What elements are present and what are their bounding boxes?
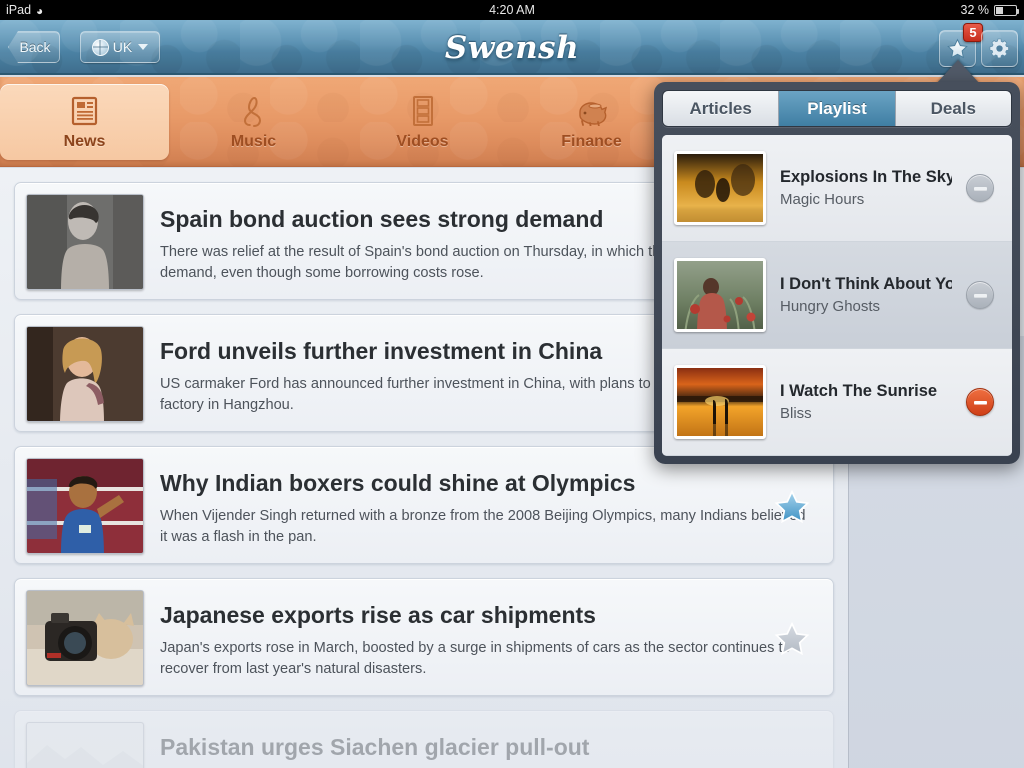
newspaper-icon [70, 93, 100, 129]
piggy-bank-icon [574, 93, 610, 129]
track-meta: I Don't Think About You Hungry Ghosts [780, 275, 952, 315]
tab-label: Articles [689, 98, 752, 118]
article-text: Pakistan urges Siachen glacier pull-out [160, 722, 822, 768]
category-tab-music[interactable]: Music [169, 84, 338, 160]
track-artwork [674, 258, 766, 332]
track-meta: I Watch The Sunrise Bliss [780, 382, 952, 422]
track-meta: Explosions In The Sky Magic Hours [780, 168, 952, 208]
article-thumbnail [26, 194, 144, 290]
chevron-down-icon [138, 44, 149, 50]
article-thumbnail [26, 722, 144, 768]
top-navbar: Back UK Swensh 5 [0, 20, 1024, 75]
settings-button[interactable] [981, 30, 1018, 67]
tab-deals[interactable]: Deals [895, 91, 1011, 126]
track-artist: Bliss [780, 405, 812, 422]
gear-icon [989, 38, 1009, 59]
back-button[interactable]: Back [8, 31, 60, 63]
status-bar-clock: 4:20 AM [489, 3, 535, 17]
category-tab-label: Music [230, 133, 277, 150]
category-tab-label: Finance [561, 133, 622, 150]
app-root: iPad ◕ 4:20 AM 32 % Back UK Swensh 5 New… [0, 0, 1024, 768]
category-tab-label: News [63, 133, 106, 150]
category-tab-news[interactable]: News [0, 84, 169, 160]
globe-icon [91, 38, 109, 56]
battery-percent-label: 32 % [960, 3, 990, 17]
track-title: I Watch The Sunrise [780, 382, 938, 400]
track-artist: Magic Hours [780, 191, 865, 208]
popover-tab-bar: Articles Playlist Deals [662, 90, 1012, 127]
region-label: UK [112, 39, 133, 55]
article-thumbnail [26, 458, 144, 554]
star-icon [774, 621, 810, 656]
back-button-label: Back [19, 39, 51, 55]
track-title: Explosions In The Sky [780, 168, 952, 186]
article-summary: When Vijender Singh returned with a bron… [160, 507, 806, 545]
article-text: Japanese exports rise as car shipments J… [160, 590, 822, 680]
treble-clef-icon [242, 93, 266, 129]
article-summary: Japan's exports rose in March, boosted b… [160, 639, 791, 677]
tab-playlist[interactable]: Playlist [779, 91, 896, 126]
article-title: Japanese exports rise as car shipments [160, 603, 596, 628]
article-thumbnail [26, 326, 144, 422]
tab-articles[interactable]: Articles [663, 91, 780, 126]
minus-glyph [973, 293, 987, 297]
category-tab-finance[interactable]: Finance [507, 84, 676, 160]
article-item[interactable]: Japanese exports rise as car shipments J… [14, 578, 834, 696]
article-item[interactable]: Pakistan urges Siachen glacier pull-out [14, 710, 834, 768]
minus-circle-icon[interactable] [966, 174, 994, 202]
playlist-track-list: Explosions In The Sky Magic Hours I Don'… [662, 135, 1012, 456]
playlist-track-row[interactable]: I Don't Think About You Hungry Ghosts [662, 242, 1012, 349]
minus-circle-icon[interactable] [966, 388, 994, 416]
article-favorite-toggle[interactable] [773, 489, 811, 531]
playlist-popover: Articles Playlist Deals Explosions In Th… [654, 82, 1020, 464]
region-selector[interactable]: UK [80, 31, 160, 63]
minus-glyph [973, 186, 987, 190]
article-thumbnail [26, 590, 144, 686]
battery-icon [994, 4, 1019, 16]
tab-label: Deals [930, 98, 976, 118]
film-strip-icon [411, 93, 435, 129]
minus-circle-icon[interactable] [966, 281, 994, 309]
category-tab-label: Videos [396, 133, 449, 150]
playlist-track-row[interactable]: I Watch The Sunrise Bliss [662, 349, 1012, 456]
track-artwork [674, 365, 766, 439]
article-title: Why Indian boxers could shine at Olympic… [160, 471, 636, 496]
track-artist: Hungry Ghosts [780, 298, 881, 315]
playlist-track-row[interactable]: Explosions In The Sky Magic Hours [662, 135, 1012, 242]
track-title: I Don't Think About You [780, 275, 952, 293]
star-icon [774, 489, 810, 524]
article-title: Pakistan urges Siachen glacier pull-out [160, 735, 590, 760]
ios-status-bar: iPad ◕ 4:20 AM 32 % [0, 0, 1024, 20]
status-bar-right: 32 % [960, 3, 1019, 17]
article-favorite-toggle[interactable] [773, 621, 811, 663]
tab-label: Playlist [807, 98, 867, 118]
popover-arrow [936, 60, 980, 84]
minus-glyph [973, 400, 987, 404]
article-text: Why Indian boxers could shine at Olympic… [160, 458, 822, 548]
category-tab-videos[interactable]: Videos [338, 84, 507, 160]
favorites-badge: 5 [963, 23, 983, 42]
track-artwork [674, 151, 766, 225]
